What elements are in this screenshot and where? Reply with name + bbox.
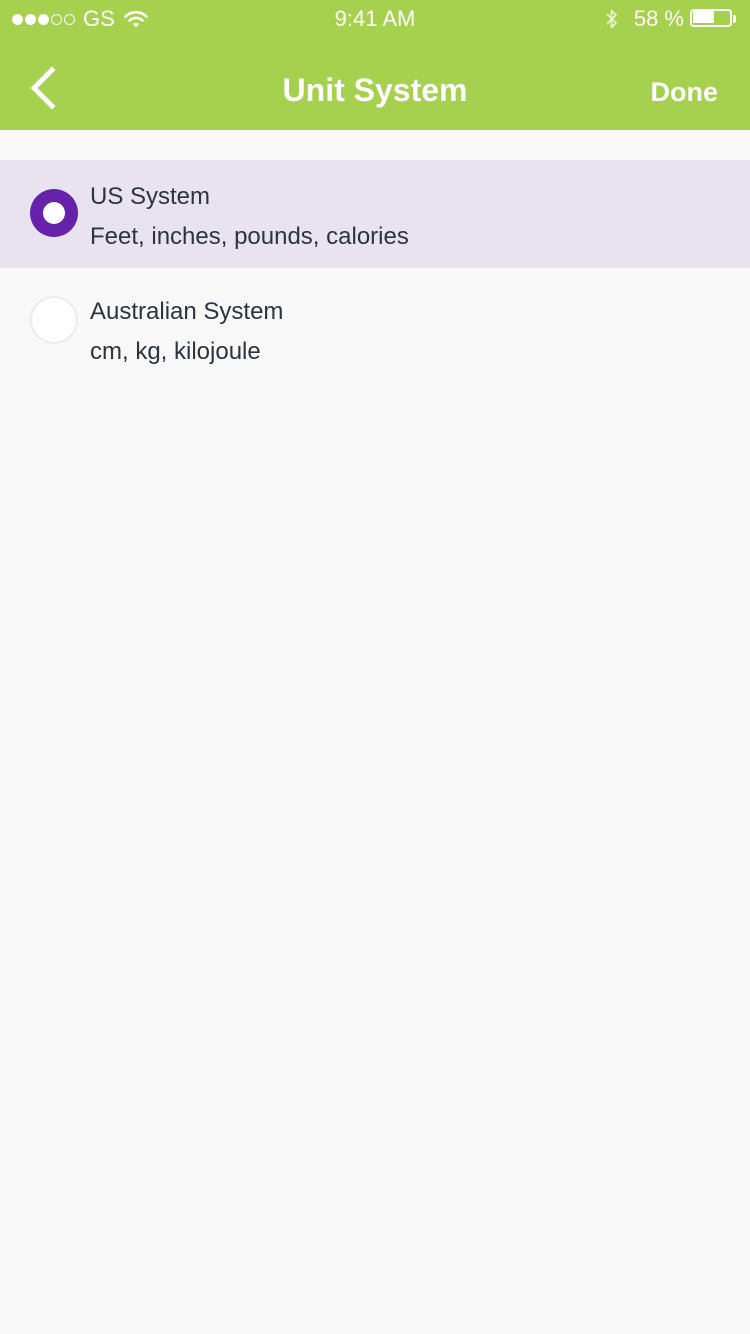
bluetooth-icon bbox=[606, 9, 617, 29]
battery-percent: 58 % bbox=[633, 6, 684, 31]
option-subtitle: cm, kg, kilojoule bbox=[90, 338, 261, 365]
option-title: Australian System bbox=[90, 298, 284, 325]
battery-icon bbox=[690, 8, 738, 30]
option-subtitle: Feet, inches, pounds, calories bbox=[90, 223, 409, 250]
battery-fill bbox=[693, 11, 714, 23]
done-button[interactable]: Done bbox=[651, 74, 719, 110]
option-australian-system[interactable]: Australian System cm, kg, kilojoule bbox=[0, 268, 750, 376]
battery-tip bbox=[733, 15, 736, 23]
app-header: GS 9:41 AM 58 % Unit System Done bbox=[0, 0, 750, 130]
radio-selected-icon[interactable] bbox=[30, 189, 78, 237]
status-right: 58 % bbox=[604, 6, 738, 32]
radio-unselected-icon[interactable] bbox=[30, 296, 78, 344]
status-bar: GS 9:41 AM 58 % bbox=[0, 0, 750, 40]
option-title: US System bbox=[90, 183, 211, 210]
page-title: Unit System bbox=[282, 72, 468, 108]
unit-system-options: US System Feet, inches, pounds, calories… bbox=[0, 160, 750, 376]
option-us-system[interactable]: US System Feet, inches, pounds, calories bbox=[0, 160, 750, 268]
